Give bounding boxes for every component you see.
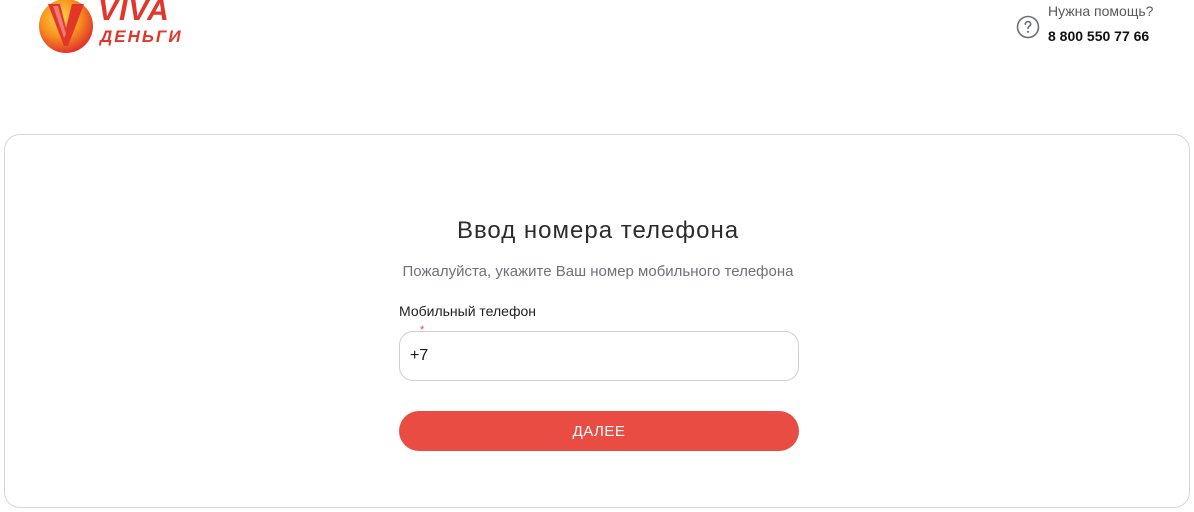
logo-word-viva: VIVA [98, 0, 170, 27]
next-button[interactable]: ДАЛЕЕ [399, 411, 799, 451]
logo-word-dengi: ДЕНЬГИ [100, 27, 183, 46]
help-text: Нужна помощь? [1048, 3, 1154, 19]
page-title: Ввод номера телефона [456, 217, 740, 245]
site-header: VIVA ДЕНЬГИ Нужна помощь? 8 800 550 77 6… [0, 0, 1194, 70]
required-mark: * [420, 324, 425, 336]
phone-field-label: Мобильный телефон [399, 303, 536, 319]
page-subtitle: Пожалуйста, укажите Ваш номер мобильного… [402, 263, 794, 280]
viva-v-logo-icon [39, 0, 93, 53]
help-block: Нужна помощь? 8 800 550 77 66 [1016, 3, 1186, 47]
phone-input[interactable] [399, 331, 799, 381]
help-phone-link[interactable]: 8 800 550 77 66 [1048, 28, 1149, 44]
logo-link[interactable]: VIVA ДЕНЬГИ [36, 0, 201, 58]
question-circle-icon [1016, 15, 1040, 39]
phone-entry-card: Ввод номера телефона Пожалуйста, укажите… [4, 134, 1190, 508]
